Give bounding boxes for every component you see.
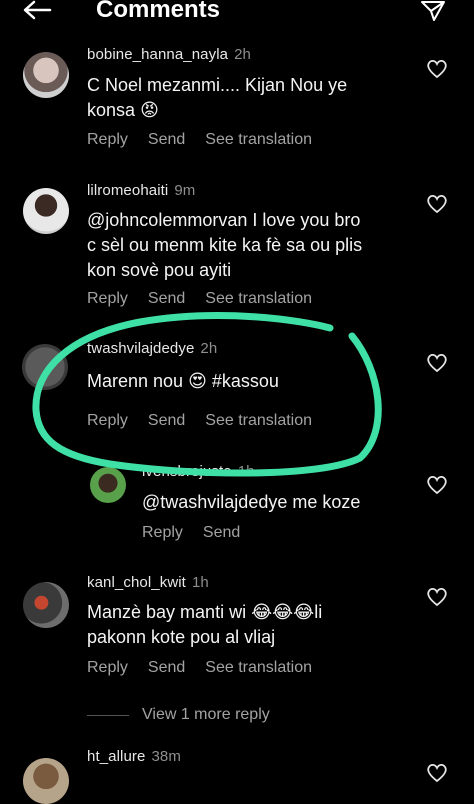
comment-username[interactable]: ht_allure 38m xyxy=(87,748,181,765)
comment-actions: Reply Send See translation xyxy=(87,659,332,677)
avatar[interactable] xyxy=(23,758,69,804)
page-title: Comments xyxy=(96,0,221,23)
see-translation-button[interactable]: See translation xyxy=(205,131,312,148)
reply-button[interactable]: Reply xyxy=(87,659,128,676)
laughing-emoji: 😂😂😂 xyxy=(251,602,315,622)
reply-button[interactable]: Reply xyxy=(87,131,128,148)
comment-time: 1h xyxy=(191,574,209,591)
comment-time: 9m xyxy=(174,182,196,199)
comment-text: @twashvilajdedye me koze xyxy=(142,492,361,512)
send-button[interactable]: Send xyxy=(148,659,185,676)
view-more-replies[interactable]: View 1 more reply xyxy=(142,706,270,724)
comment-time: 38m xyxy=(151,748,181,765)
comment-actions: Reply Send xyxy=(142,524,260,542)
direct-send-icon[interactable] xyxy=(420,0,446,22)
replies-divider xyxy=(87,715,129,716)
comment-actions: Reply Send See translation xyxy=(87,131,332,149)
comment-time: 2h xyxy=(234,46,251,63)
heart-icon[interactable] xyxy=(426,59,448,79)
send-button[interactable]: Send xyxy=(203,524,240,541)
comment-text: @johncolemmorvan I love you bro c sèl ou… xyxy=(87,210,363,280)
highlight-circle xyxy=(32,312,382,477)
comment-text: C Noel mezanmi.... Kijan Nou ye konsa 😡 xyxy=(87,75,348,120)
see-translation-button[interactable]: See translation xyxy=(205,659,312,676)
back-arrow-icon[interactable] xyxy=(22,0,52,20)
send-button[interactable]: Send xyxy=(148,131,185,148)
heart-icon[interactable] xyxy=(426,587,448,607)
heart-icon[interactable] xyxy=(426,763,448,783)
avatar[interactable] xyxy=(23,582,69,628)
comment-username[interactable]: lilromeohaiti 9m xyxy=(87,182,195,199)
reply-button[interactable]: Reply xyxy=(142,524,183,541)
comment-text: Manzè bay manti wi 😂😂😂li pakonn kote pou… xyxy=(87,602,323,647)
comment-username[interactable]: kanl_chol_kwit 1h xyxy=(87,574,209,591)
avatar[interactable] xyxy=(23,52,69,98)
comment-username[interactable]: bobine_hanna_nayla 2h xyxy=(87,46,251,63)
avatar[interactable] xyxy=(23,188,69,234)
angry-emoji: 😡 xyxy=(140,100,159,120)
heart-icon[interactable] xyxy=(426,194,448,214)
